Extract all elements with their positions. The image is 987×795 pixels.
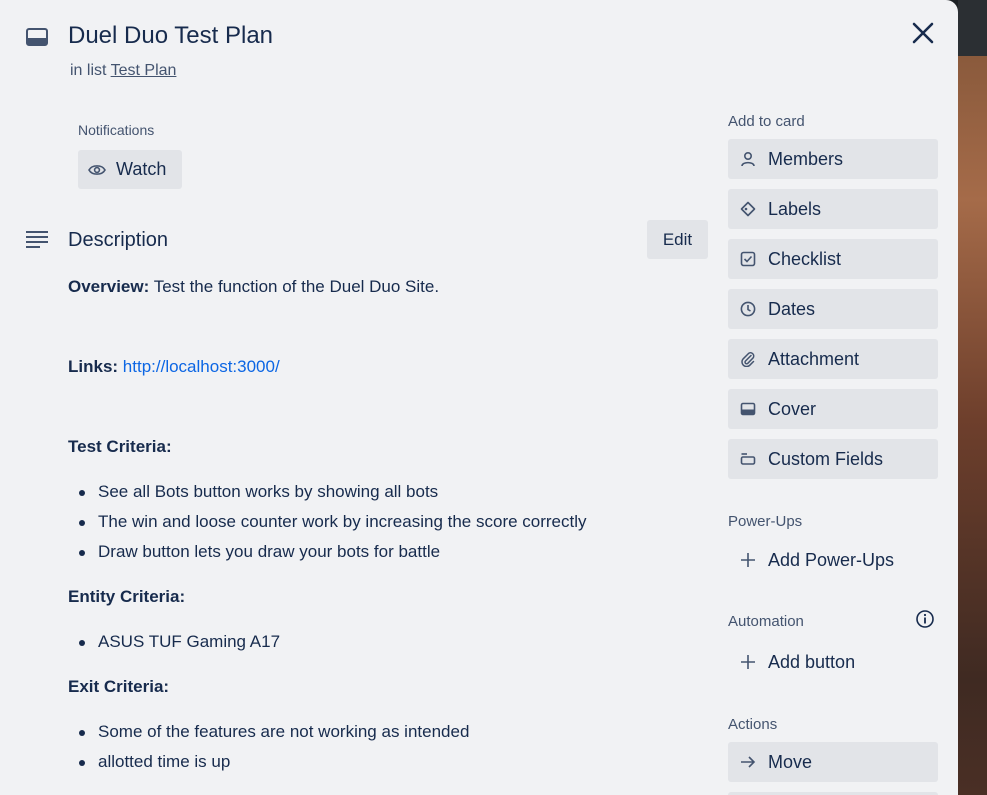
- powerups-label: Power-Ups: [728, 513, 803, 530]
- labels-button[interactable]: Labels: [728, 189, 938, 229]
- clock-icon: [740, 301, 756, 317]
- localhost-link[interactable]: http://localhost:3000/: [123, 357, 280, 376]
- add-to-card-label: Add to card: [728, 113, 805, 130]
- plus-icon: [741, 553, 755, 567]
- paperclip-icon: [741, 352, 755, 367]
- exit-criteria-list: Some of the features are not working as …: [68, 717, 469, 777]
- list-item: The win and loose counter work by increa…: [68, 507, 587, 537]
- add-button-label: Add button: [768, 651, 856, 672]
- edit-description-button[interactable]: Edit: [647, 220, 708, 259]
- cover-label: Cover: [768, 398, 817, 419]
- move-label: Move: [768, 751, 813, 772]
- checklist-button[interactable]: Checklist: [728, 239, 938, 279]
- exit-criteria-heading: Exit Criteria:: [68, 677, 170, 696]
- card-icon: [26, 28, 48, 46]
- list-item: See all Bots button works by showing all…: [68, 477, 587, 507]
- actions-label: Actions: [728, 716, 778, 733]
- move-button[interactable]: Move: [728, 742, 938, 782]
- watch-label: Watch: [116, 159, 167, 179]
- list-item: allotted time is up: [68, 747, 469, 777]
- members-button[interactable]: Members: [728, 139, 938, 179]
- links-line: Links: http://localhost:3000/: [68, 355, 280, 379]
- dates-label: Dates: [768, 298, 816, 319]
- in-list-prefix: in list: [70, 62, 107, 79]
- overview-label: Overview:: [68, 277, 150, 296]
- entity-criteria-heading: Entity Criteria:: [68, 587, 186, 606]
- dates-button[interactable]: Dates: [728, 289, 938, 329]
- overview-line: Overview: Test the function of the Duel …: [68, 275, 439, 299]
- members-label: Members: [768, 148, 844, 169]
- card-title[interactable]: Duel Duo Test Plan: [68, 22, 273, 50]
- checkbox-icon: [740, 251, 756, 267]
- custom-fields-button[interactable]: Custom Fields: [728, 439, 938, 479]
- info-icon[interactable]: [914, 608, 936, 630]
- watch-button[interactable]: Watch: [78, 150, 182, 189]
- labels-label: Labels: [768, 198, 822, 219]
- description-heading: Description: [68, 229, 169, 251]
- automation-label: Automation: [728, 613, 804, 630]
- description-icon: [26, 231, 48, 248]
- card-list-info: in list Test Plan: [70, 62, 176, 80]
- overview-text: Test the function of the Duel Duo Site.: [153, 277, 440, 296]
- add-powerups-button[interactable]: Add Power-Ups: [728, 540, 938, 580]
- list-item: Draw button lets you draw your bots for …: [68, 537, 587, 567]
- attachment-label: Attachment: [768, 348, 860, 369]
- links-label: Links:: [68, 357, 119, 376]
- tag-icon: [740, 201, 756, 217]
- list-item: ASUS TUF Gaming A17: [68, 627, 280, 657]
- close-icon[interactable]: [908, 18, 938, 48]
- add-powerups-label: Add Power-Ups: [768, 549, 895, 570]
- arrow-right-icon: [741, 756, 756, 768]
- eye-icon: [88, 164, 106, 175]
- test-criteria-heading: Test Criteria:: [68, 437, 172, 456]
- person-icon: [741, 151, 755, 167]
- list-link[interactable]: Test Plan: [111, 62, 177, 79]
- attachment-button[interactable]: Attachment: [728, 339, 938, 379]
- plus-icon: [741, 655, 755, 669]
- checklist-label: Checklist: [768, 248, 842, 269]
- card-detail-modal: Duel Duo Test Plan in list Test Plan Not…: [0, 0, 958, 795]
- custom-fields-label: Custom Fields: [768, 448, 884, 469]
- cover-icon: [740, 402, 756, 416]
- custom-fields-icon: [740, 453, 756, 465]
- add-button-button[interactable]: Add button: [728, 642, 938, 682]
- board-background: [958, 0, 987, 795]
- entity-criteria-list: ASUS TUF Gaming A17: [68, 627, 280, 657]
- list-item: Some of the features are not working as …: [68, 717, 469, 747]
- test-criteria-list: See all Bots button works by showing all…: [68, 477, 587, 567]
- notifications-label: Notifications: [78, 122, 155, 138]
- cover-button[interactable]: Cover: [728, 389, 938, 429]
